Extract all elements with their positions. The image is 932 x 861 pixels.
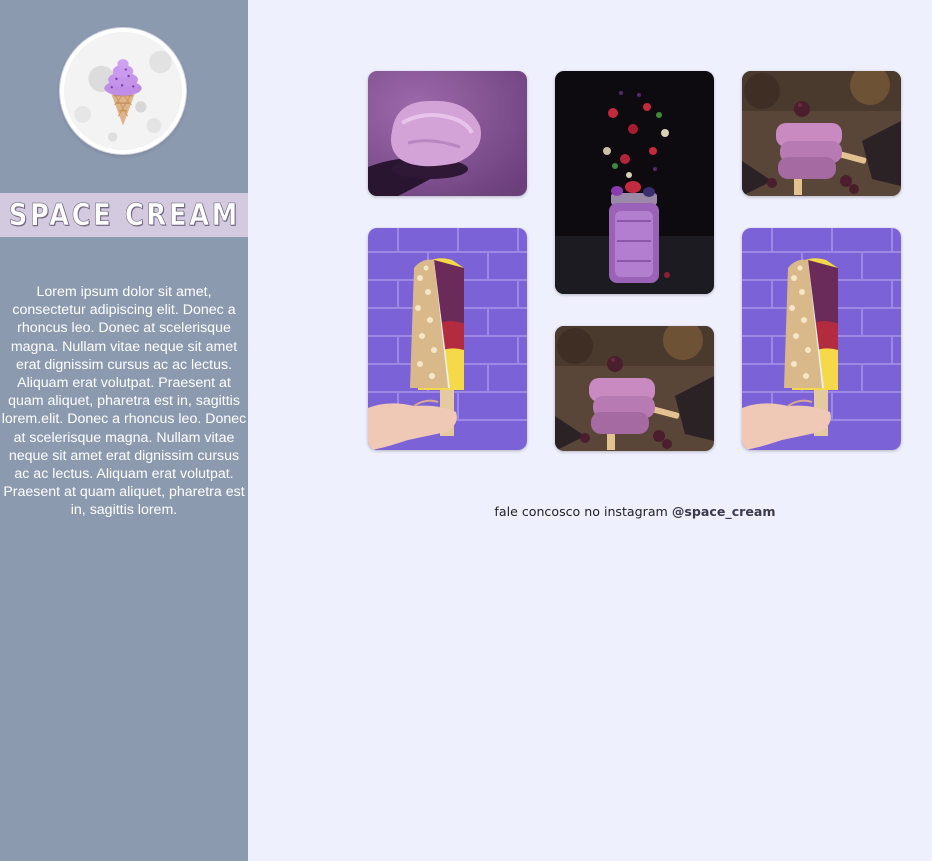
- brand-logo[interactable]: [60, 28, 186, 154]
- instagram-handle-link[interactable]: @space_cream: [672, 504, 776, 519]
- brand-title: SPACE CREAM: [8, 197, 240, 233]
- instagram-note: fale concosco no instagram @space_cream: [330, 504, 932, 519]
- ice-cream-cone-icon: [64, 32, 182, 150]
- gallery-photo-nut-popsicle-2[interactable]: [742, 228, 901, 450]
- gallery-photo-nut-popsicle[interactable]: [368, 228, 527, 450]
- sidebar: SPACE CREAM Lorem ipsum dolor sit amet, …: [0, 0, 248, 861]
- gallery-photo-berry-popsicles-2[interactable]: [555, 326, 714, 451]
- gallery-photo-berry-popsicles[interactable]: [742, 71, 901, 196]
- brand-banner: SPACE CREAM: [0, 193, 248, 237]
- instagram-note-text: fale concosco no instagram: [494, 504, 672, 519]
- about-text: Lorem ipsum dolor sit amet, consectetur …: [1, 284, 247, 519]
- gallery-photo-ice-cream-scoop[interactable]: [368, 71, 527, 196]
- gallery-photo-smoothie-jar[interactable]: [555, 71, 714, 294]
